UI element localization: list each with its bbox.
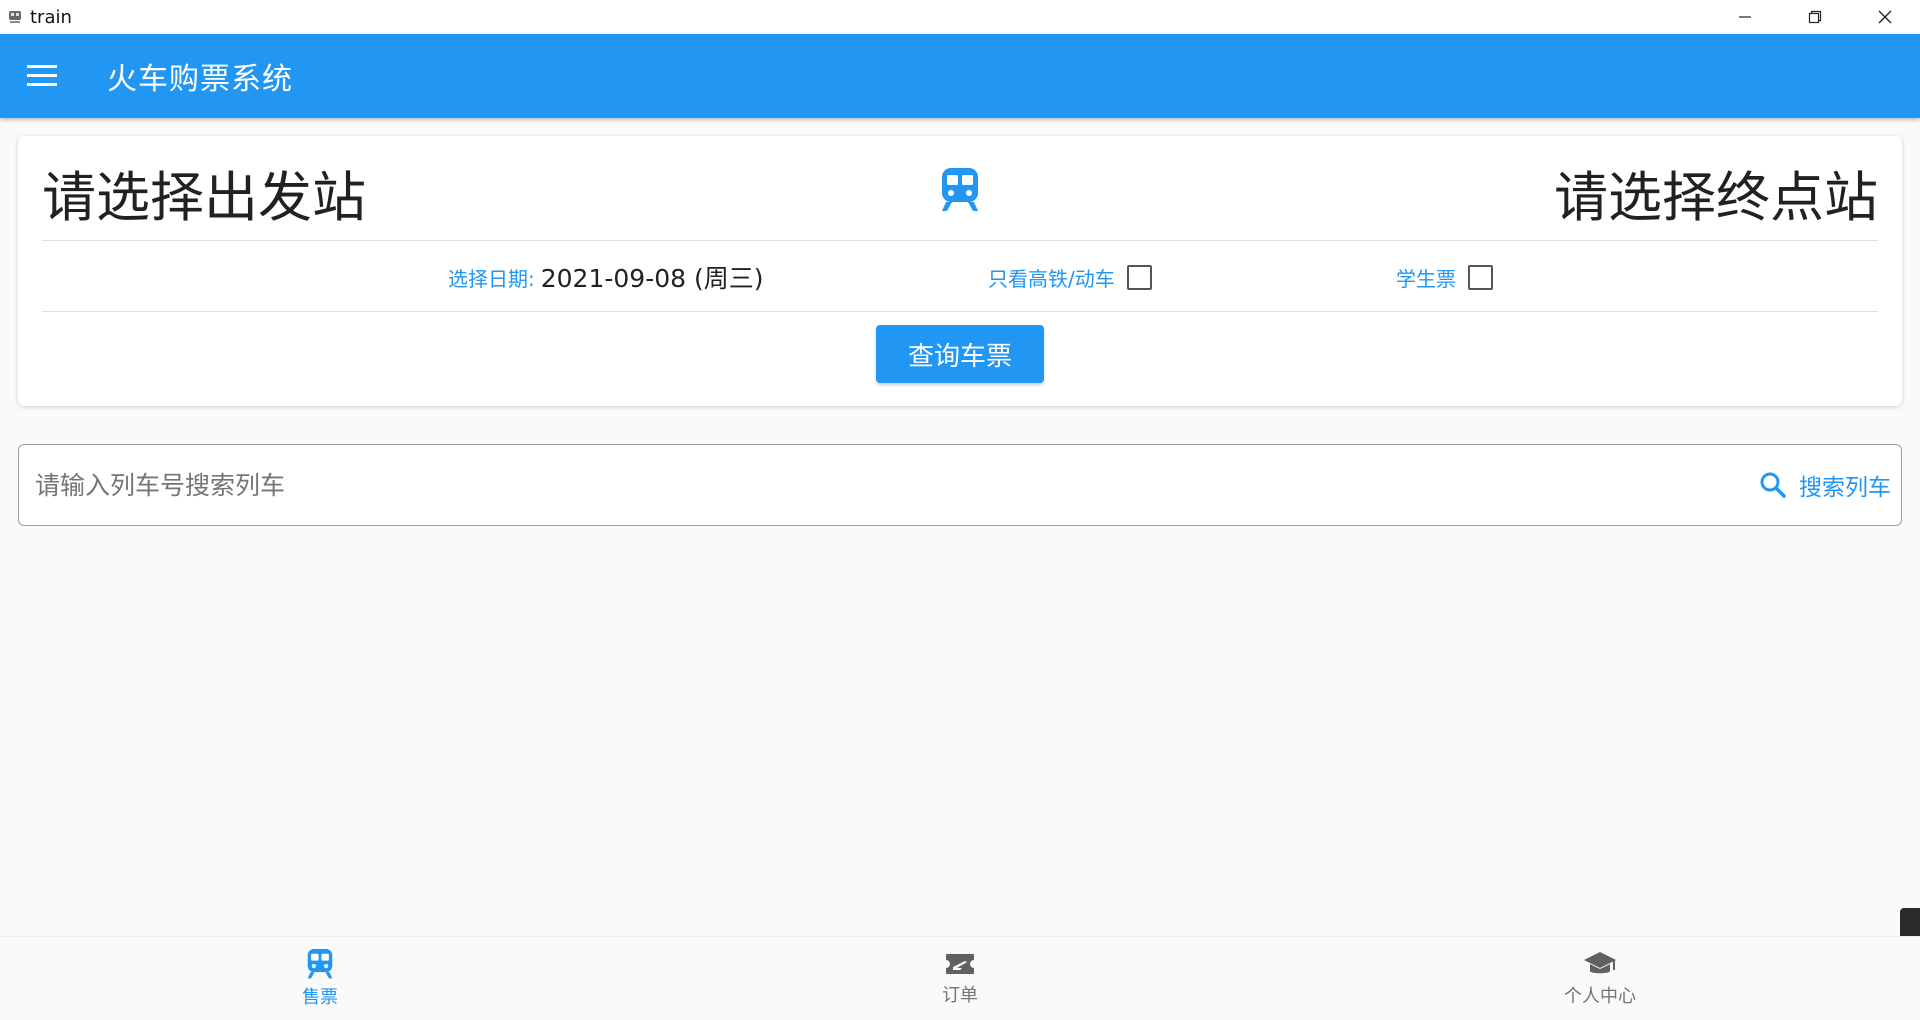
search-train-label: 搜索列车 <box>1799 475 1891 501</box>
query-tickets-button[interactable]: 查询车票 <box>876 325 1044 383</box>
window-titlebar: train <box>0 0 1920 34</box>
high-speed-label: 只看高铁/动车 <box>988 266 1115 291</box>
nav-label-profile: 个人中心 <box>1564 985 1636 1007</box>
to-station-selector[interactable]: 请选择终点站 <box>1554 145 1878 232</box>
high-speed-only-option: 只看高铁/动车 <box>988 242 1152 312</box>
ticket-query-card: 请选择出发站 请选择终点站 选择日期: 2021-09-08 (周三) 只看高铁… <box>18 136 1902 406</box>
train-icon <box>307 948 333 978</box>
from-station-selector[interactable]: 请选择出发站 <box>42 145 366 232</box>
bottom-navigation: 售票 订单 个人中心 <box>0 936 1920 1020</box>
nav-item-profile[interactable]: 个人中心 <box>1280 937 1920 1020</box>
options-row: 选择日期: 2021-09-08 (周三) 只看高铁/动车 学生票 <box>42 242 1878 312</box>
restore-button[interactable] <box>1780 0 1850 34</box>
high-speed-checkbox[interactable] <box>1126 264 1152 290</box>
page-title: 火车购票系统 <box>107 62 293 97</box>
date-value[interactable]: 2021-09-08 (周三) <box>541 259 764 295</box>
minimize-button[interactable] <box>1710 0 1780 34</box>
nav-label-orders: 订单 <box>942 984 978 1006</box>
menu-button[interactable] <box>12 46 72 106</box>
nav-label-tickets: 售票 <box>302 986 338 1008</box>
train-icon <box>940 168 980 216</box>
student-ticket-label: 学生票 <box>1396 266 1456 291</box>
train-search-box: 搜索列车 <box>18 444 1902 526</box>
minimize-icon <box>1739 16 1751 18</box>
close-icon <box>1878 10 1892 24</box>
train-number-input[interactable] <box>19 445 1759 525</box>
ticket-icon <box>946 953 974 974</box>
school-icon <box>1584 951 1616 973</box>
search-icon <box>1760 472 1786 498</box>
close-button[interactable] <box>1850 0 1920 34</box>
app-icon <box>6 8 24 26</box>
window-title: train <box>30 6 72 28</box>
nav-item-tickets[interactable]: 售票 <box>0 937 640 1020</box>
student-ticket-option: 学生票 <box>1396 242 1493 312</box>
nav-item-orders[interactable]: 订单 <box>640 937 1280 1020</box>
app-bar: 火车购票系统 <box>0 34 1920 118</box>
search-train-button[interactable]: 搜索列车 <box>1759 468 1891 502</box>
date-selector[interactable]: 选择日期: 2021-09-08 (周三) <box>448 242 764 312</box>
menu-icon <box>27 65 57 86</box>
restore-icon <box>1808 10 1822 24</box>
student-ticket-checkbox[interactable] <box>1468 264 1493 290</box>
date-label: 选择日期: <box>448 266 535 291</box>
window-controls <box>1710 0 1920 34</box>
